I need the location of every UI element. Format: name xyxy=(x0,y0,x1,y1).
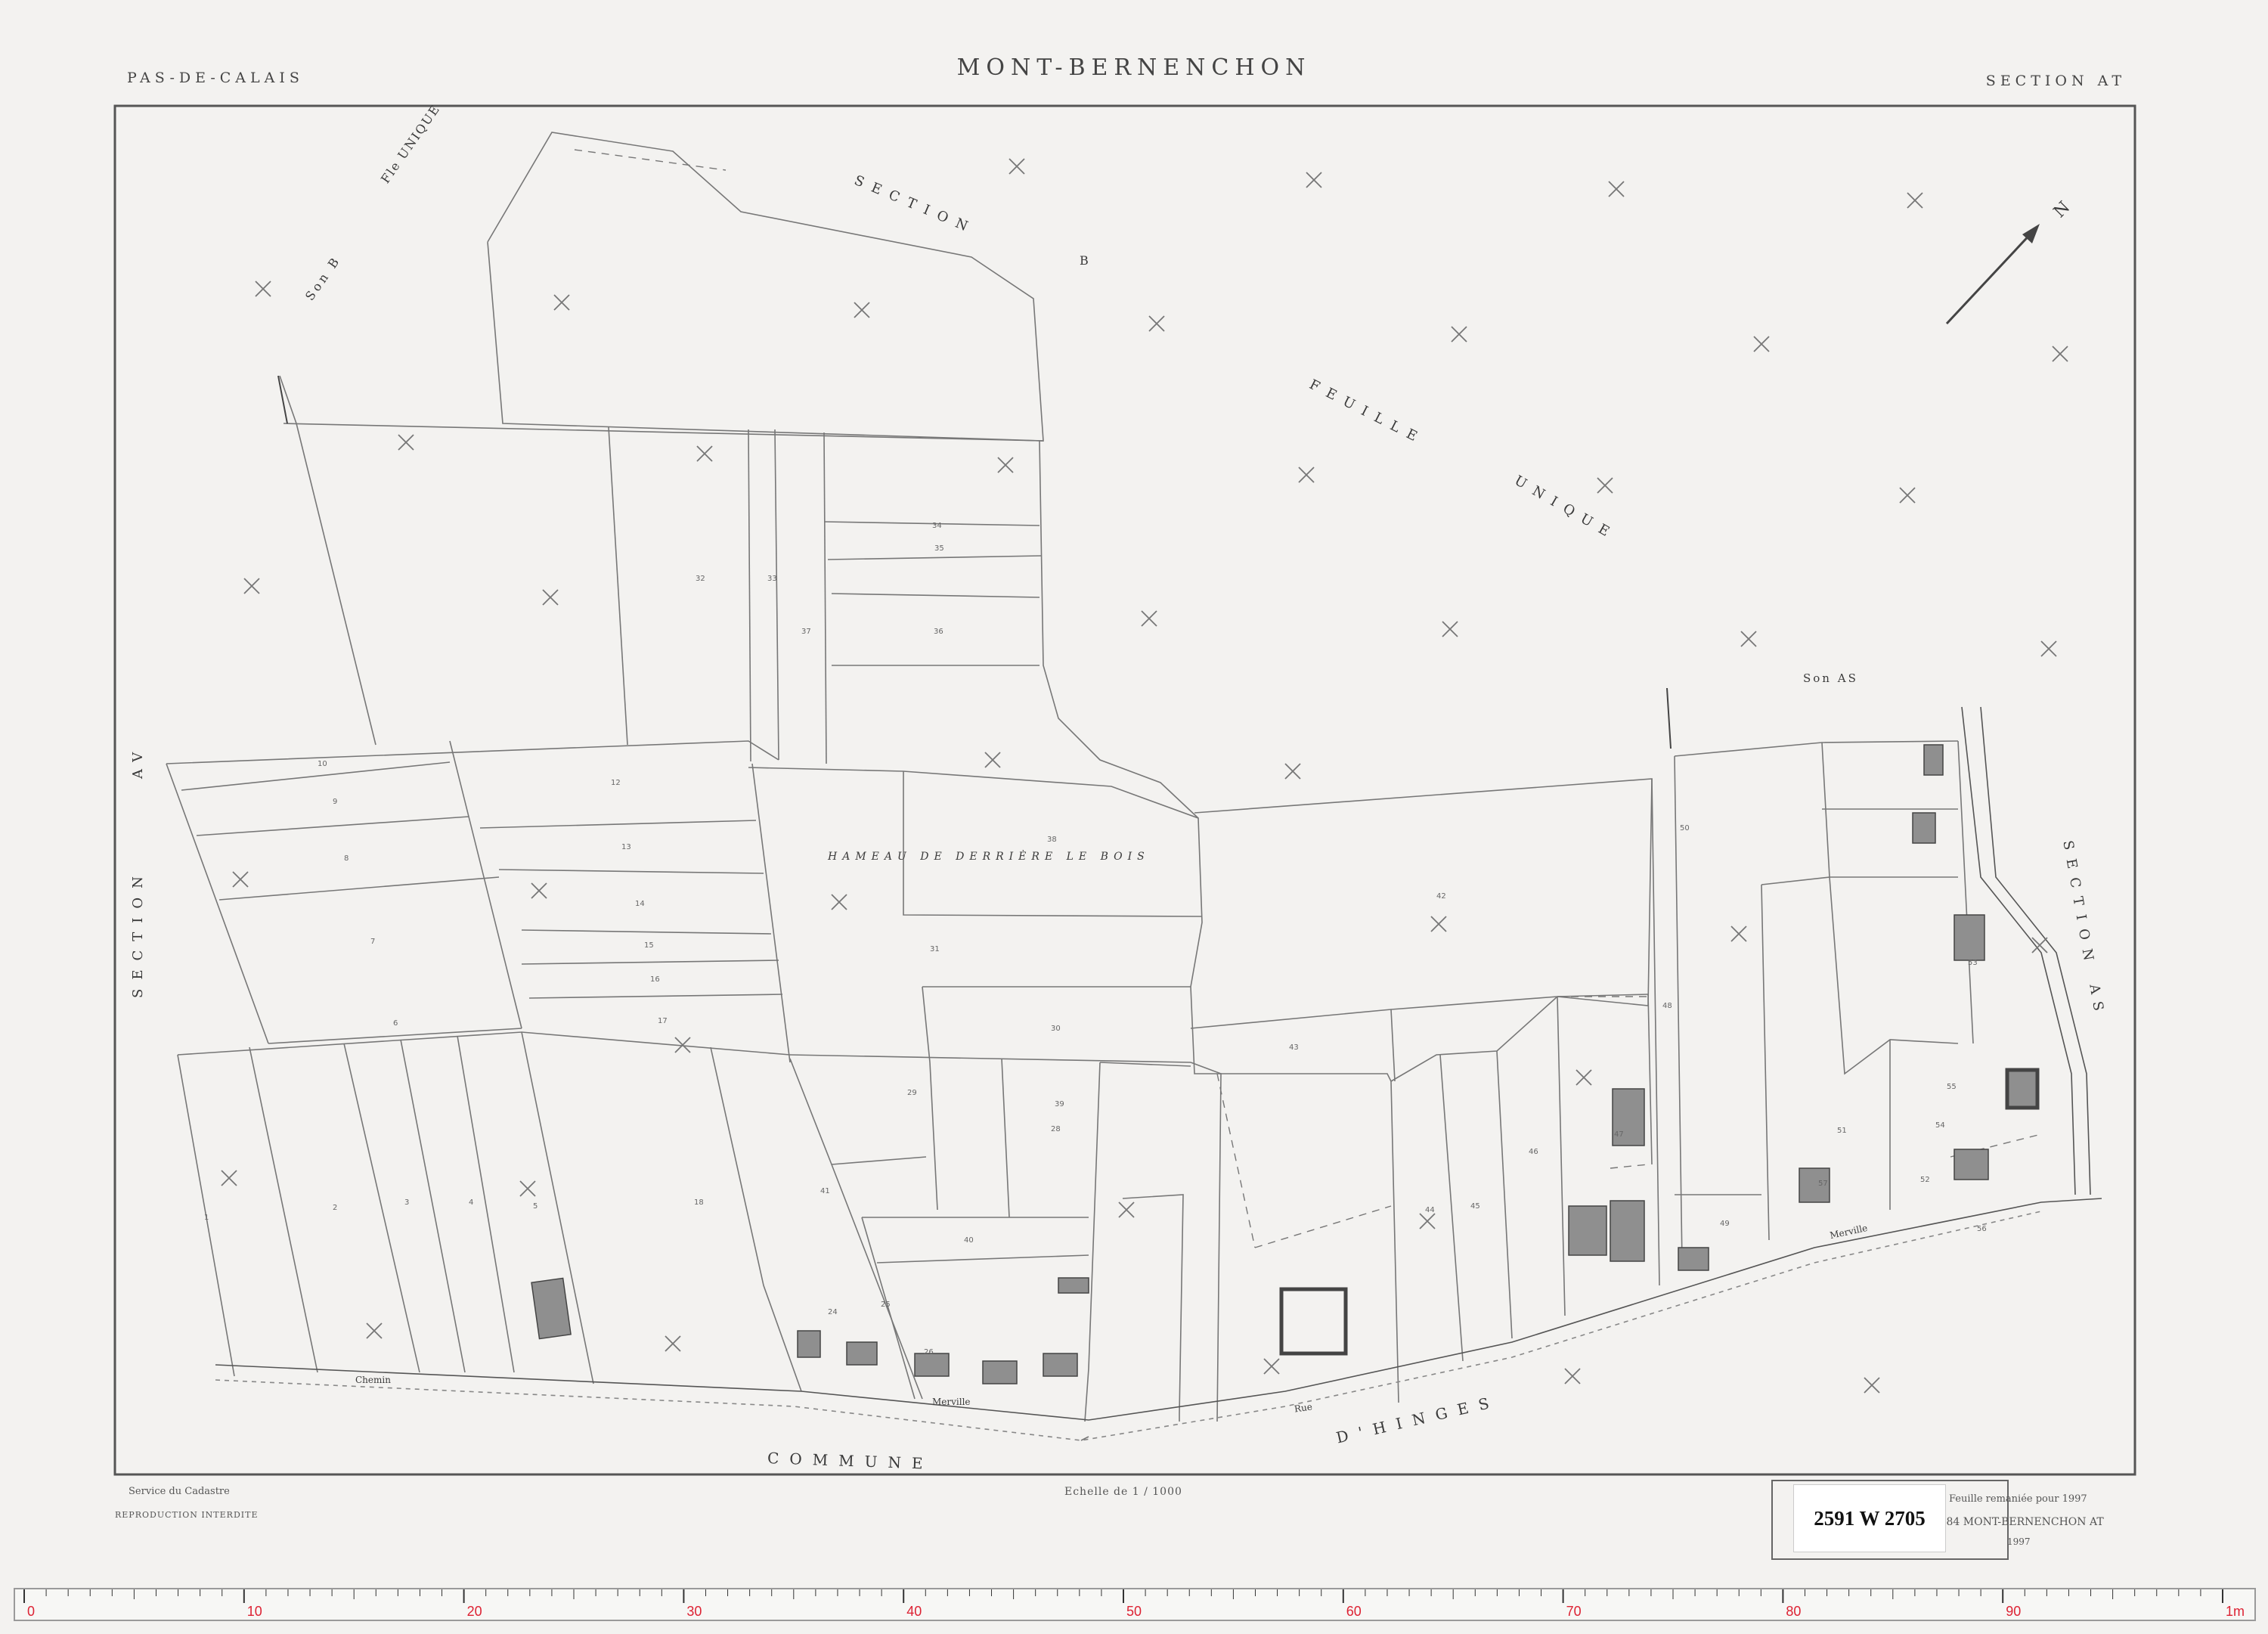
parcel-number: 46 xyxy=(1529,1148,1538,1156)
parcel-number: 32 xyxy=(696,575,705,583)
revision-note: Feuille remaniée pour 1997 xyxy=(1949,1493,2087,1505)
survey-crosses xyxy=(221,158,2068,1394)
parcel-number: 2 xyxy=(333,1204,338,1212)
ruler-label: 40 xyxy=(906,1604,922,1619)
parcel-number: 43 xyxy=(1289,1043,1299,1052)
parcel-number: 51 xyxy=(1837,1127,1847,1135)
parcel-number: 12 xyxy=(611,779,621,787)
parcel-number: 4 xyxy=(469,1198,474,1207)
parcel-number: 17 xyxy=(658,1017,668,1025)
parcel-number: 5 xyxy=(533,1202,538,1211)
parcel-number: 45 xyxy=(1470,1202,1480,1211)
ruler-label: 10 xyxy=(247,1604,262,1619)
ruler-label: 20 xyxy=(467,1604,482,1619)
cadastral-sheet: MONT-BERNENCHON PAS-DE-CALAIS SECTION AT xyxy=(0,0,2268,1634)
parcel-number: 37 xyxy=(801,628,811,636)
parcel-boundaries xyxy=(166,132,2102,1441)
ruler-label: 80 xyxy=(1786,1604,1801,1619)
parcel-number: 38 xyxy=(1047,836,1057,844)
parcel-number: 48 xyxy=(1662,1002,1672,1010)
ruler-label: 1m xyxy=(2226,1604,2245,1619)
parcel-number: 26 xyxy=(924,1348,934,1356)
ruler-label: 0 xyxy=(27,1604,35,1619)
hamlet-label: HAMEAU DE DERRIÈRE LE BOIS xyxy=(828,851,1150,863)
parcel-number: 41 xyxy=(820,1187,830,1195)
parcel-number: 34 xyxy=(932,522,942,530)
parcel-number: 54 xyxy=(1935,1121,1945,1130)
parcel-number: 18 xyxy=(694,1198,704,1207)
parcel-number: 15 xyxy=(644,941,654,950)
measuring-ruler: 0 10 20 30 40 50 60 70 80 90 1m xyxy=(14,1588,2256,1621)
section-as-short-label: Son AS xyxy=(1803,671,1858,685)
parcel-number: 56 xyxy=(1977,1225,1987,1233)
ruler-label: 60 xyxy=(1346,1604,1362,1619)
parcel-number: 29 xyxy=(907,1089,917,1097)
parcel-number: 53 xyxy=(1968,959,1978,967)
dashed-divisions xyxy=(574,149,2042,1248)
parcel-number: 1 xyxy=(204,1214,209,1222)
map-frame xyxy=(113,104,2136,1476)
section-b-letter: B xyxy=(1080,253,1089,268)
road-merville-label-2: Merville xyxy=(932,1397,971,1407)
parcel-number: 55 xyxy=(1947,1083,1957,1091)
parcel-number: 30 xyxy=(1051,1025,1061,1033)
parcel-number: 28 xyxy=(1051,1125,1061,1133)
parcel-number: 14 xyxy=(635,900,645,908)
ruler-label: 30 xyxy=(686,1604,702,1619)
parcel-number: 57 xyxy=(1818,1180,1828,1188)
parcel-number: 31 xyxy=(930,945,940,953)
parcel-number: 36 xyxy=(934,628,943,636)
section-av-label: SECTION xyxy=(130,867,146,998)
ruler-label: 50 xyxy=(1126,1604,1142,1619)
parcel-number: 13 xyxy=(621,843,631,851)
reproduction-notice: REPRODUCTION INTERDITE xyxy=(115,1510,259,1520)
parcel-number: 24 xyxy=(828,1308,838,1316)
parcel-number: 39 xyxy=(1055,1100,1064,1108)
scale-label: Echelle de 1 / 1000 xyxy=(1064,1486,1182,1498)
parcel-number: 7 xyxy=(370,938,376,946)
archive-label: 2591 W 2705 xyxy=(1793,1484,1946,1552)
reference-year: 1997 xyxy=(2007,1536,2031,1547)
parcel-number: 35 xyxy=(934,544,944,553)
cadastre-service-label: Service du Cadastre xyxy=(129,1486,230,1497)
parcel-number: 47 xyxy=(1614,1130,1624,1139)
parcel-number: 9 xyxy=(333,798,338,806)
ruler-ticks: 0 10 20 30 40 50 60 70 80 90 1m xyxy=(23,1589,2245,1619)
parcel-number: 10 xyxy=(318,760,327,768)
ruler-label: 70 xyxy=(1566,1604,1582,1619)
parcel-number: 50 xyxy=(1680,824,1690,833)
parcel-number: 44 xyxy=(1425,1206,1435,1214)
parcel-number: 8 xyxy=(344,854,349,863)
parcel-number: 16 xyxy=(650,975,660,984)
parcel-number: 33 xyxy=(767,575,777,583)
parcel-number: 6 xyxy=(393,1019,398,1028)
ruler-label: 90 xyxy=(2006,1604,2021,1619)
road-chemin-label: Chemin xyxy=(355,1375,391,1385)
cadastral-map xyxy=(113,104,2136,1476)
parcel-number: 49 xyxy=(1720,1220,1730,1228)
north-arrow xyxy=(1945,224,2040,325)
parcel-number: 25 xyxy=(881,1301,891,1309)
parcel-number: 40 xyxy=(964,1236,974,1245)
section-av-letters: AV xyxy=(130,744,146,779)
parcel-number: 42 xyxy=(1436,892,1446,901)
parcel-number: 3 xyxy=(404,1198,410,1207)
parcel-number: 52 xyxy=(1920,1176,1930,1184)
